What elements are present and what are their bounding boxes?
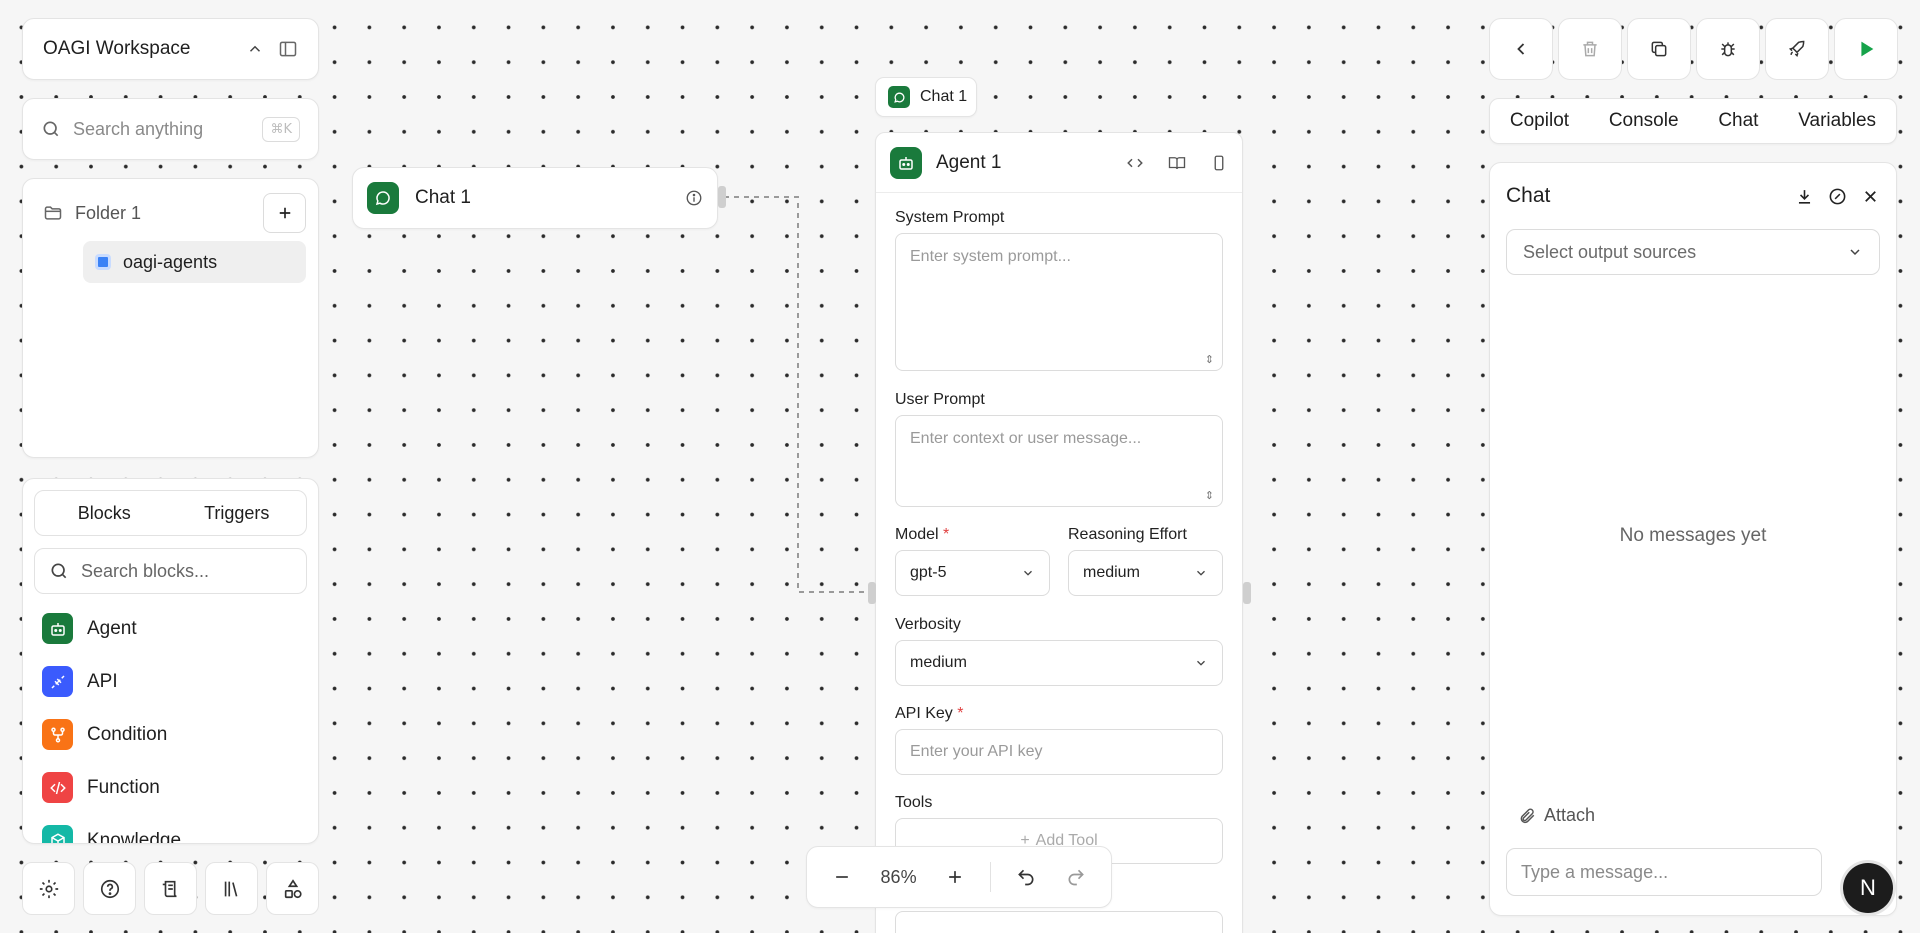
chat-node-label: Chat 1	[415, 187, 471, 208]
agent-node-label: Agent 1	[936, 151, 1002, 173]
robot-icon	[890, 146, 922, 179]
user-prompt-label: User Prompt	[895, 391, 985, 408]
empty-chat-message: No messages yet	[1619, 525, 1767, 546]
user-prompt-placeholder: Enter context or user message...	[910, 430, 1142, 447]
play-icon	[1855, 38, 1877, 60]
chevron-left-icon	[1511, 39, 1531, 59]
trash-icon	[1580, 39, 1600, 59]
model-value: gpt-5	[910, 564, 947, 581]
reasoning-effort-value: medium	[1083, 564, 1140, 581]
code-view-icon[interactable]	[1126, 154, 1144, 172]
chat-node-output-handle[interactable]	[718, 186, 726, 208]
message-placeholder: Type a message...	[1521, 861, 1669, 882]
chat-panel-title: Chat	[1506, 184, 1551, 207]
run-button[interactable]	[1834, 18, 1898, 80]
chat-chip-label: Chat 1	[920, 88, 968, 105]
zoom-level: 86%	[880, 866, 917, 887]
model-label: Model *	[895, 526, 950, 543]
chevron-down-icon	[1021, 566, 1035, 580]
system-prompt-label: System Prompt	[895, 209, 1005, 226]
bug-icon	[1718, 39, 1738, 59]
agent-node-header[interactable]: Agent 1	[876, 133, 1242, 193]
chat-bubble-icon	[367, 182, 399, 214]
output-sources-select[interactable]: Select output sources	[1506, 229, 1880, 275]
chat-node[interactable]: Chat 1	[352, 167, 718, 229]
attach-label: Attach	[1544, 805, 1596, 825]
deploy-button[interactable]	[1765, 18, 1829, 80]
tab-console[interactable]: Console	[1609, 110, 1679, 132]
chat-panel: Chat Select output sources No messages y…	[1489, 162, 1897, 916]
user-avatar[interactable]: N	[1843, 863, 1893, 913]
divider	[990, 862, 992, 892]
delete-button[interactable]	[1558, 18, 1622, 80]
verbosity-value: medium	[910, 654, 967, 671]
mobile-layout-icon[interactable]	[1210, 154, 1228, 172]
zoom-in-icon[interactable]	[938, 867, 972, 887]
download-icon[interactable]	[1795, 187, 1814, 206]
tab-variables[interactable]: Variables	[1798, 110, 1876, 132]
paperclip-icon	[1518, 807, 1536, 825]
panel-tabs: Copilot Console Chat Variables	[1489, 98, 1897, 144]
attach-button[interactable]: Attach	[1518, 805, 1595, 826]
user-prompt-input[interactable]: Enter context or user message... ⇕	[895, 415, 1223, 507]
tools-label: Tools	[895, 794, 933, 811]
agent-node: Agent 1 System Prompt Enter system promp…	[875, 132, 1243, 933]
chat-label-chip[interactable]: Chat 1	[875, 77, 977, 117]
agent-node-input-handle[interactable]	[868, 582, 876, 604]
collapse-button[interactable]	[1489, 18, 1553, 80]
reasoning-effort-select[interactable]: medium	[1068, 550, 1223, 596]
resize-handle-icon[interactable]: ⇕	[1205, 353, 1214, 366]
api-key-placeholder: Enter your API key	[910, 743, 1043, 760]
agent-node-output-handle[interactable]	[1243, 582, 1251, 604]
system-prompt-input[interactable]: Enter system prompt... ⇕	[895, 233, 1223, 371]
chat-bubble-icon	[888, 86, 910, 108]
api-key-label: API Key *	[895, 705, 964, 722]
system-prompt-placeholder: Enter system prompt...	[910, 248, 1071, 265]
reasoning-effort-label: Reasoning Effort	[1068, 526, 1187, 543]
rocket-icon	[1787, 39, 1807, 59]
message-input[interactable]: Type a message...	[1506, 848, 1822, 896]
info-icon[interactable]	[685, 189, 703, 207]
duplicate-button[interactable]	[1627, 18, 1691, 80]
clear-chat-icon[interactable]	[1828, 187, 1847, 206]
tab-copilot[interactable]: Copilot	[1510, 110, 1569, 132]
docs-book-icon[interactable]	[1168, 154, 1186, 172]
tab-chat[interactable]: Chat	[1718, 110, 1758, 132]
verbosity-label: Verbosity	[895, 616, 961, 633]
chevron-down-icon	[1194, 656, 1208, 670]
chevron-down-icon	[1194, 566, 1208, 580]
debug-button[interactable]	[1696, 18, 1760, 80]
close-icon[interactable]	[1861, 187, 1880, 206]
undo-icon[interactable]	[1009, 867, 1043, 887]
chevron-down-icon	[1847, 244, 1863, 260]
zoom-out-icon[interactable]	[825, 867, 859, 887]
verbosity-select[interactable]: medium	[895, 640, 1223, 686]
zoom-toolbar: 86%	[806, 846, 1112, 908]
resize-handle-icon[interactable]: ⇕	[1205, 489, 1214, 502]
api-key-input[interactable]: Enter your API key	[895, 729, 1223, 775]
copy-icon	[1649, 39, 1669, 59]
redo-icon[interactable]	[1059, 867, 1093, 887]
model-select[interactable]: gpt-5	[895, 550, 1050, 596]
output-sources-placeholder: Select output sources	[1523, 241, 1697, 262]
next-field-input[interactable]	[895, 911, 1223, 933]
